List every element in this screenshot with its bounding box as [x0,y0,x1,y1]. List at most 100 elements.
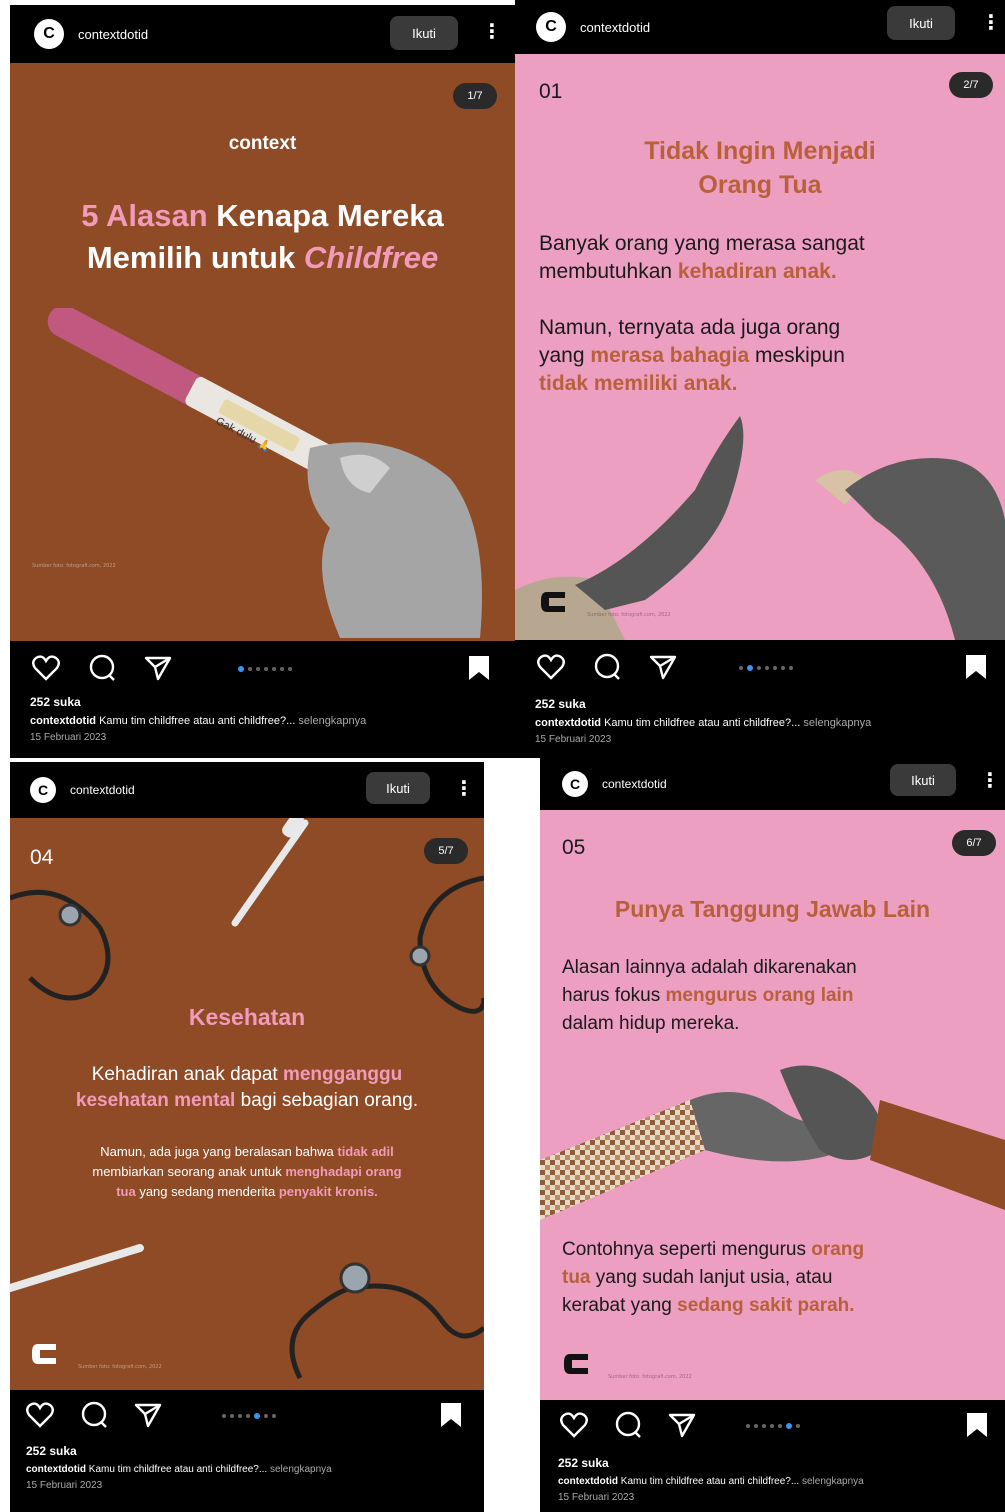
slide-title: Punya Tanggung Jawab Lain [614,896,931,922]
carousel-dot [238,666,244,672]
share-icon[interactable] [649,654,677,680]
carousel-dot [754,1424,758,1428]
paragraph-2: Namun, ada juga yang beralasan bahwa tid… [20,1142,474,1202]
comment-icon[interactable] [88,654,116,682]
profile-avatar[interactable]: C [536,12,566,42]
comment-icon[interactable] [80,1401,108,1429]
heart-icon[interactable] [537,654,565,680]
highlight: mengganggu [282,1064,403,1085]
paragraph-1: Alasan lainnya adalah dikarenakan harus … [562,954,857,1038]
caption-text: Kamu tim childfree atau anti childfree?.… [88,1464,268,1475]
carousel-dot [254,1413,260,1419]
carousel-dot [757,666,761,670]
follow-button[interactable]: Ikuti [890,764,956,796]
more-link[interactable]: selengkapnya [270,1464,332,1475]
username[interactable]: contextdotid [70,783,135,797]
profile-avatar[interactable]: C [34,19,64,49]
text: dalam hidup mereka. [562,1013,740,1034]
follow-button[interactable]: Ikuti [390,16,458,50]
highlight: tidak adil [337,1144,394,1159]
share-icon[interactable] [134,1402,162,1428]
comment-icon[interactable] [593,653,621,681]
slide-image[interactable]: 1/7 context 5 Alasan Kenapa Mereka Memil… [10,63,515,641]
username[interactable]: contextdotid [580,20,650,35]
bookmark-icon[interactable] [440,1402,462,1428]
more-link[interactable]: selengkapnya [803,717,871,729]
post-meta: 252 suka contextdotid Kamu tim childfree… [30,695,505,743]
profile-avatar[interactable]: C [562,771,588,797]
hands-illustration [515,416,1005,640]
text: bagi sebagian orang. [240,1090,419,1111]
kebab-icon[interactable]: ⋮ [980,768,1000,792]
share-icon[interactable] [668,1412,696,1438]
slide-image[interactable]: 6/7 05 Punya Tanggung Jawab Lain Alasan … [540,810,1005,1400]
carousel-dots [222,1413,276,1419]
text: Kehadiran anak dapat [91,1064,278,1085]
bookmark-icon[interactable] [965,654,987,680]
highlight: kesehatan mental [75,1090,236,1111]
caption-text: Kamu tim childfree atau anti childfree?.… [604,717,801,729]
carousel-dot [746,1424,750,1428]
carousel-dot [747,665,753,671]
carousel-dot [238,1414,242,1418]
post-4: C contextdotid Ikuti ⋮ 6/7 05 Punya Tang… [540,758,1005,1512]
follow-button[interactable]: Ikuti [887,6,955,40]
handshake-illustration [540,1065,1005,1220]
slide-image[interactable]: 5/7 04 Kesehatan Kehadiran anak dapat me… [10,818,484,1390]
carousel-dots [238,666,292,672]
slide-number: 01 [539,80,563,103]
like-count[interactable]: 252 suka [26,1444,474,1458]
title-line: Orang Tua [698,171,822,199]
caption-username[interactable]: contextdotid [558,1476,618,1487]
post-date: 15 Februari 2023 [30,732,107,743]
post-header: C contextdotid Ikuti ⋮ [10,762,484,818]
bookmark-icon[interactable] [966,1412,988,1438]
kebab-icon[interactable]: ⋮ [482,19,502,43]
kebab-icon[interactable]: ⋮ [454,776,474,800]
text: membiarkan seorang anak untuk [92,1164,282,1179]
slide-image[interactable]: 2/7 01 Tidak Ingin Menjadi Orang Tua Ban… [515,54,1005,640]
like-count[interactable]: 252 suka [558,1456,995,1470]
text: harus fokus [562,985,661,1006]
kebab-icon[interactable]: ⋮ [981,10,1001,34]
more-link[interactable]: selengkapnya [298,715,366,727]
slide-number: 05 [562,836,586,859]
more-link[interactable]: selengkapnya [802,1476,864,1487]
title-part: Childfree [303,240,439,275]
carousel-dot [264,667,268,671]
heart-icon[interactable] [32,655,60,681]
like-count[interactable]: 252 suka [30,695,505,709]
username[interactable]: contextdotid [602,777,667,791]
text: yang [539,344,585,367]
caption-username[interactable]: contextdotid [30,715,96,727]
profile-avatar[interactable]: C [30,777,56,803]
carousel-dot [230,1414,234,1418]
text: Namun, ada juga yang beralasan bahwa [100,1144,334,1159]
bookmark-icon[interactable] [468,655,490,681]
like-count[interactable]: 252 suka [535,697,995,711]
paragraph-1: Banyak orang yang merasa sangat membutuh… [539,230,865,286]
caption-username[interactable]: contextdotid [26,1464,86,1475]
slide-title: Tidak Ingin Menjadi Orang Tua [515,134,1005,202]
carousel-dot [789,666,793,670]
carousel-dot [256,667,260,671]
follow-button[interactable]: Ikuti [366,772,430,804]
photo-credit: Sumber foto: fotografi.com, 2022 [587,612,671,618]
carousel-dot [272,667,276,671]
text: Banyak orang yang merasa sangat [539,232,865,255]
post-1: C contextdotid Ikuti ⋮ 1/7 context 5 Ala… [10,5,515,758]
post-date: 15 Februari 2023 [26,1480,103,1491]
carousel-dot [796,1424,800,1428]
heart-icon[interactable] [26,1402,54,1428]
carousel-dot [222,1414,226,1418]
username[interactable]: contextdotid [78,27,148,42]
share-icon[interactable] [144,655,172,681]
title-part: Kenapa Mereka [216,198,444,233]
comment-icon[interactable] [614,1411,642,1439]
carousel-dot [280,667,284,671]
caption: contextdotid Kamu tim childfree atau ant… [26,1464,474,1475]
carousel-dot [778,1424,782,1428]
heart-icon[interactable] [560,1412,588,1438]
highlight: kehadiran anak. [677,260,837,283]
caption-username[interactable]: contextdotid [535,717,601,729]
